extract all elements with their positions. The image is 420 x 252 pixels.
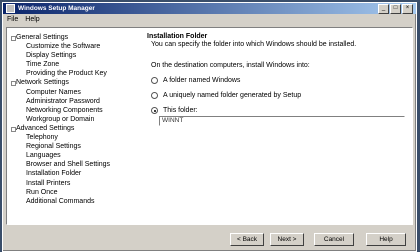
- next-button[interactable]: Next >: [270, 233, 304, 246]
- install-question: On the destination computers, install Wi…: [151, 62, 310, 69]
- tree-item[interactable]: Run Once: [11, 188, 139, 197]
- tree-group[interactable]: Network Settings: [11, 78, 139, 87]
- close-button[interactable]: ×: [402, 3, 413, 14]
- help-button[interactable]: Help: [366, 233, 406, 246]
- tree-item[interactable]: Additional Commands: [11, 197, 139, 206]
- tree-item[interactable]: Regional Settings: [11, 142, 139, 151]
- tree-item[interactable]: Display Settings: [11, 51, 139, 60]
- tree-item[interactable]: Computer Names: [11, 88, 139, 97]
- option-unique-folder[interactable]: A uniquely named folder generated by Set…: [151, 92, 407, 99]
- tree-item[interactable]: Install Printers: [11, 179, 139, 188]
- tree-group[interactable]: General Settings: [11, 33, 139, 42]
- app-icon: [6, 4, 15, 13]
- tree-item[interactable]: Administrator Password: [11, 97, 139, 106]
- tree-item[interactable]: Telephony: [11, 133, 139, 142]
- option-label: A uniquely named folder generated by Set…: [163, 92, 302, 99]
- main-panel: General Settings Customize the Software Di…: [6, 27, 413, 225]
- menu-help[interactable]: Help: [25, 16, 39, 23]
- tree-item[interactable]: Languages: [11, 151, 139, 160]
- back-button[interactable]: < Back: [230, 233, 264, 246]
- tree-item[interactable]: Networking Components: [11, 106, 139, 115]
- radio-button[interactable]: [151, 107, 158, 114]
- setup-manager-window: Windows Setup Manager _ □ × File Help Ge…: [2, 2, 417, 252]
- tree-item[interactable]: Browser and Shell Settings: [11, 160, 139, 169]
- menu-bar: File Help: [3, 14, 416, 24]
- minimize-button[interactable]: _: [378, 3, 389, 14]
- wizard-buttons: < Back Next > Cancel Help: [230, 233, 406, 246]
- tree-item[interactable]: Providing the Product Key: [11, 69, 139, 78]
- option-label: A folder named Windows: [163, 77, 241, 84]
- maximize-button[interactable]: □: [390, 3, 401, 14]
- installation-folder-pane: Installation Folder You can specify the …: [147, 33, 407, 126]
- settings-tree: General Settings Customize the Software Di…: [11, 33, 139, 206]
- title-bar: Windows Setup Manager _ □ ×: [3, 3, 416, 14]
- radio-button[interactable]: [151, 92, 158, 99]
- option-label: This folder:: [163, 107, 198, 114]
- tree-item[interactable]: Time Zone: [11, 60, 139, 69]
- tree-item[interactable]: Workgroup or Domain: [11, 115, 139, 124]
- tree-item[interactable]: Customize the Software: [11, 42, 139, 51]
- tree-item[interactable]: Installation Folder: [11, 169, 139, 179]
- cancel-button[interactable]: Cancel: [314, 233, 354, 246]
- tree-group[interactable]: Advanced Settings: [11, 124, 139, 133]
- option-windows-folder[interactable]: A folder named Windows: [151, 77, 407, 84]
- page-title: Installation Folder: [147, 33, 208, 40]
- page-description: You can specify the folder into which Wi…: [151, 41, 357, 48]
- menu-file[interactable]: File: [7, 16, 18, 23]
- folder-name-input[interactable]: WINNT: [159, 116, 405, 126]
- window-title: Windows Setup Manager: [18, 5, 95, 12]
- radio-button[interactable]: [151, 77, 158, 84]
- option-this-folder[interactable]: This folder:: [151, 107, 407, 114]
